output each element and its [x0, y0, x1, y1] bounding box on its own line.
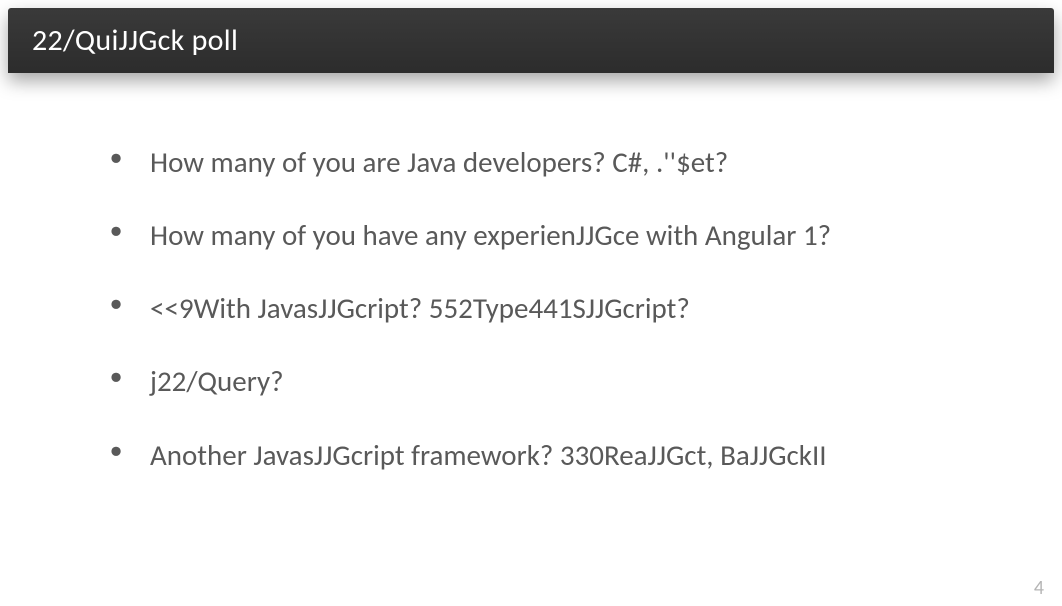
list-item: Another JavasJJGcript framework? 330ReaJ… — [110, 436, 1002, 475]
list-item: <<9With JavasJJGcript? 552Type441SJJGcri… — [110, 289, 1002, 328]
bullet-list: How many of you are Java developers? C#,… — [110, 143, 1002, 475]
slide-header: 22/QuiJJGck poll — [8, 8, 1054, 73]
list-item: How many of you are Java developers? C#,… — [110, 143, 1002, 182]
slide-title: 22/QuiJJGck poll — [32, 22, 1030, 59]
slide: 22/QuiJJGck poll How many of you are Jav… — [0, 8, 1062, 606]
list-item: How many of you have any experienJJGce w… — [110, 216, 1002, 255]
list-item: j22/Query? — [110, 362, 1002, 401]
slide-content: How many of you are Java developers? C#,… — [0, 73, 1062, 529]
page-number: 4 — [1034, 576, 1044, 600]
